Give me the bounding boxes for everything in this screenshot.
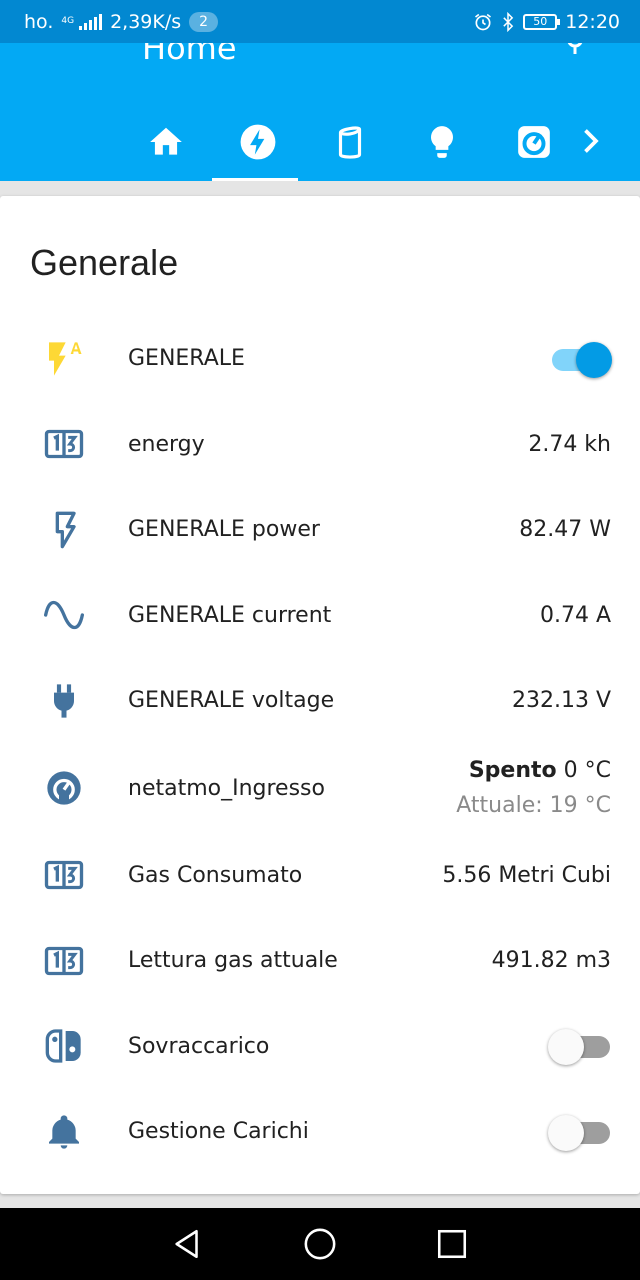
entity-label: Gas Consumato [128, 862, 303, 888]
tab-gas[interactable] [304, 103, 396, 181]
entity-label: netatmo_Ingresso [128, 775, 325, 801]
home-circle-icon[interactable] [303, 1227, 337, 1261]
climate-target: 0 °C [563, 758, 611, 783]
entity-row-gestione-carichi[interactable]: Gestione Carichi [0, 1089, 640, 1175]
sine-wave-icon [42, 593, 86, 637]
app-header: Home [0, 43, 640, 181]
entity-row-gas-consumato[interactable]: Gas Consumato 5.56 Metri Cubi [0, 833, 640, 919]
counter-icon [42, 853, 86, 897]
entity-label: GENERALE power [128, 517, 320, 543]
entity-label: GENERALE [128, 346, 245, 372]
sovraccarico-toggle[interactable] [548, 1026, 612, 1066]
entity-row-generale[interactable]: GENERALE [0, 316, 640, 402]
power-plug-icon [42, 679, 86, 723]
tab-bar [120, 103, 580, 181]
entity-value: 82.47 W [519, 517, 611, 543]
entity-label: GENERALE current [128, 602, 332, 628]
entity-value: 2.74 kh [528, 431, 611, 457]
carrier-label: ho. [24, 10, 54, 33]
menu-icon[interactable] [48, 43, 80, 51]
bluetooth-icon [503, 11, 514, 32]
gestione-carichi-toggle[interactable] [548, 1112, 612, 1152]
entity-label: Sovraccarico [128, 1033, 270, 1059]
entity-value: 5.56 Metri Cubi [442, 862, 611, 888]
entity-value: 232.13 V [511, 688, 611, 714]
page-title: Home [142, 43, 237, 67]
entity-label: Gestione Carichi [128, 1119, 309, 1145]
entity-row-voltage[interactable]: GENERALE voltage 232.13 V [0, 658, 640, 744]
tab-home[interactable] [120, 103, 212, 181]
flash-outline-icon [42, 508, 86, 552]
chevron-right-icon[interactable] [572, 123, 608, 159]
climate-state: Spento 0 °C Attuale: 19 °C [456, 758, 611, 818]
signal-icon [79, 13, 103, 30]
notification-badge: 2 [189, 11, 219, 32]
battery-icon: 50 [523, 13, 561, 30]
thermostat-icon [518, 126, 550, 158]
entity-label: GENERALE voltage [128, 688, 335, 714]
entity-label: energy [128, 431, 205, 457]
microphone-icon[interactable] [560, 43, 590, 57]
clock: 12:20 [565, 10, 620, 33]
entity-value: 0.74 A [539, 602, 611, 628]
tab-lights[interactable] [396, 103, 488, 181]
back-icon[interactable] [171, 1227, 205, 1261]
network-type: 4G [61, 16, 75, 26]
climate-mode: Spento [468, 758, 557, 783]
status-bar: ho. 4G 2,39K/s 2 50 12:20 [0, 0, 640, 43]
cylinder-icon [338, 126, 362, 159]
entity-row-energy[interactable]: energy 2.74 kh [0, 402, 640, 488]
network-speed: 2,39K/s [110, 10, 182, 33]
flash-auto-icon [42, 337, 86, 381]
entity-list: GENERALE energy 2.74 kh GENERALE power 8… [0, 316, 640, 1175]
entity-row-lettura-gas[interactable]: Lettura gas attuale 491.82 m3 [0, 918, 640, 1004]
climate-current: Attuale: 19 °C [456, 793, 611, 818]
generale-toggle[interactable] [548, 339, 612, 379]
bell-icon [42, 1110, 86, 1154]
alarm-icon [475, 13, 492, 30]
entity-label: Lettura gas attuale [128, 948, 338, 974]
entities-card: Generale GENERALE energy 2.74 kh GENERAL… [0, 196, 640, 1194]
system-nav-bar [0, 1208, 640, 1280]
tab-energy[interactable] [212, 103, 304, 181]
entity-row-sovraccarico[interactable]: Sovraccarico [0, 1004, 640, 1090]
thermostat-icon [42, 766, 86, 810]
counter-icon [42, 422, 86, 466]
lightbulb-icon [431, 126, 453, 158]
nintendo-switch-icon [42, 1024, 86, 1068]
tab-climate[interactable] [488, 103, 580, 181]
home-icon [150, 127, 182, 155]
flash-icon [240, 124, 276, 160]
card-title: Generale [30, 242, 179, 283]
entity-row-current[interactable]: GENERALE current 0.74 A [0, 573, 640, 659]
entity-value: 491.82 m3 [491, 948, 611, 974]
entity-row-netatmo[interactable]: netatmo_Ingresso Spento 0 °C Attuale: 19… [0, 744, 640, 833]
recents-icon[interactable] [435, 1227, 469, 1261]
entity-row-power[interactable]: GENERALE power 82.47 W [0, 487, 640, 573]
counter-icon [42, 939, 86, 983]
